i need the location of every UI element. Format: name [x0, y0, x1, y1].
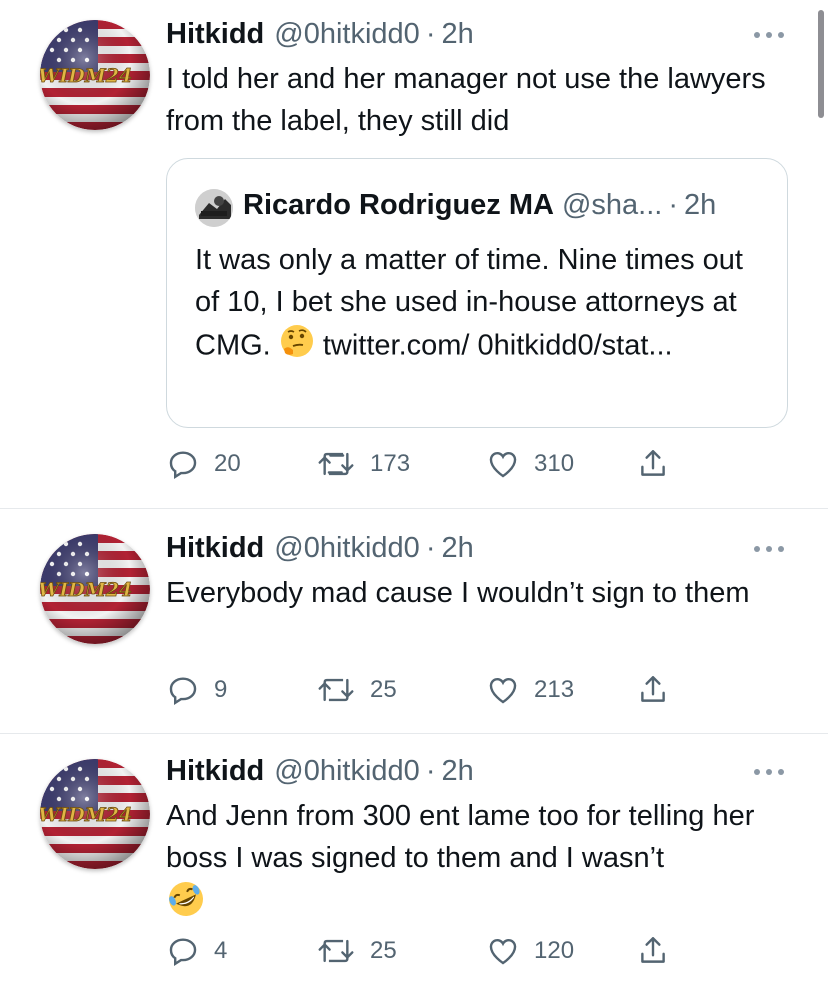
avatar-text: WIDM24 [40, 579, 132, 601]
reply-button[interactable]: 20 [166, 446, 241, 482]
tweet-text: I told her and her manager not use the l… [166, 63, 766, 137]
author-name[interactable]: Hitkidd [166, 755, 264, 788]
tweet[interactable]: WIDM24 Hitkidd @0hitkidd0 · 2h Everybody… [0, 508, 828, 733]
reply-button[interactable]: 4 [166, 933, 227, 969]
retweet-button[interactable]: 25 [316, 933, 397, 969]
separator-dot: · [425, 18, 436, 50]
heart-icon [489, 452, 517, 478]
like-button[interactable]: 310 [486, 446, 574, 482]
retweet-icon [318, 678, 354, 702]
share-icon [641, 937, 665, 963]
avatar[interactable]: WIDM24 [40, 20, 150, 130]
quoted-tweet[interactable]: Ricardo Rodriguez MA @sha... · 2h It was… [166, 158, 788, 428]
reply-count: 9 [214, 676, 228, 703]
quote-header: Ricardo Rodriguez MA @sha... · 2h [243, 189, 716, 222]
share-button[interactable] [636, 933, 670, 969]
like-button[interactable]: 120 [486, 933, 574, 969]
tweet-actions: 9 25 213 [166, 672, 706, 708]
avatar-text: WIDM24 [40, 804, 132, 826]
share-button[interactable] [636, 446, 670, 482]
like-count: 213 [534, 676, 575, 703]
tweet-header: Hitkidd @0hitkidd0 · 2h [166, 18, 474, 54]
timestamp[interactable]: 2h [441, 18, 473, 51]
quote-avatar [195, 189, 233, 227]
author-handle[interactable]: @0hitkidd0 [274, 755, 420, 788]
reply-icon [169, 677, 197, 705]
tweet[interactable]: WIDM24 Hitkidd @0hitkidd0 · 2h I told he… [0, 0, 828, 508]
tweet-header: Hitkidd @0hitkidd0 · 2h [166, 532, 474, 568]
more-options-icon[interactable] [754, 30, 784, 40]
share-icon [641, 676, 665, 702]
tweet-text: And Jenn from 300 ent lame too for telli… [166, 795, 796, 931]
more-options-icon[interactable] [754, 544, 784, 554]
tweet-text: Everybody mad cause I wouldn’t sign to t… [166, 577, 750, 609]
timestamp[interactable]: 2h [441, 755, 473, 788]
retweet-icon [318, 939, 354, 963]
like-count: 120 [534, 937, 575, 964]
author-name[interactable]: Hitkidd [166, 18, 264, 51]
reply-button[interactable]: 9 [166, 672, 227, 708]
tweet-header: Hitkidd @0hitkidd0 · 2h [166, 755, 474, 791]
author-handle[interactable]: @0hitkidd0 [274, 532, 420, 565]
tweet[interactable]: WIDM24 Hitkidd @0hitkidd0 · 2h And Jenn … [0, 733, 828, 994]
quote-text: It was only a matter of time. Nine times… [195, 239, 775, 371]
retweet-icon [318, 452, 354, 476]
reply-icon [169, 938, 197, 966]
retweet-count: 25 [370, 676, 397, 703]
reply-count: 4 [214, 937, 228, 964]
retweet-count: 25 [370, 937, 397, 964]
rolling-on-floor-laughing-icon [166, 879, 206, 931]
reply-icon [169, 451, 197, 479]
reply-count: 20 [214, 450, 241, 477]
quote-link[interactable]: twitter.com/ 0hitkidd0/stat... [323, 330, 673, 362]
retweet-button[interactable]: 173 [316, 446, 410, 482]
quote-author-handle: @sha... [561, 189, 663, 221]
like-button[interactable]: 213 [486, 672, 574, 708]
avatar-text: WIDM24 [40, 65, 132, 87]
author-name[interactable]: Hitkidd [166, 532, 264, 565]
avatar[interactable]: WIDM24 [40, 534, 150, 644]
tweet-body: And Jenn from 300 ent lame too for telli… [166, 800, 755, 874]
quote-timestamp: 2h [684, 189, 717, 221]
share-button[interactable] [636, 672, 670, 708]
more-options-icon[interactable] [754, 767, 784, 777]
avatar[interactable]: WIDM24 [40, 759, 150, 869]
retweet-button[interactable]: 25 [316, 672, 397, 708]
timestamp[interactable]: 2h [441, 532, 473, 565]
separator-dot: · [425, 755, 436, 787]
retweet-count: 173 [370, 450, 411, 477]
author-handle[interactable]: @0hitkidd0 [274, 18, 420, 51]
share-icon [641, 450, 665, 476]
heart-icon [489, 939, 517, 965]
like-count: 310 [534, 450, 575, 477]
quote-author-name: Ricardo Rodriguez MA [243, 189, 554, 221]
separator-dot: · [425, 532, 436, 564]
heart-icon [489, 678, 517, 704]
thinking-face-icon [279, 323, 315, 371]
tweet-actions: 4 25 120 [166, 933, 706, 969]
separator-dot: · [668, 189, 679, 221]
tweet-actions: 20 173 310 [166, 446, 706, 482]
